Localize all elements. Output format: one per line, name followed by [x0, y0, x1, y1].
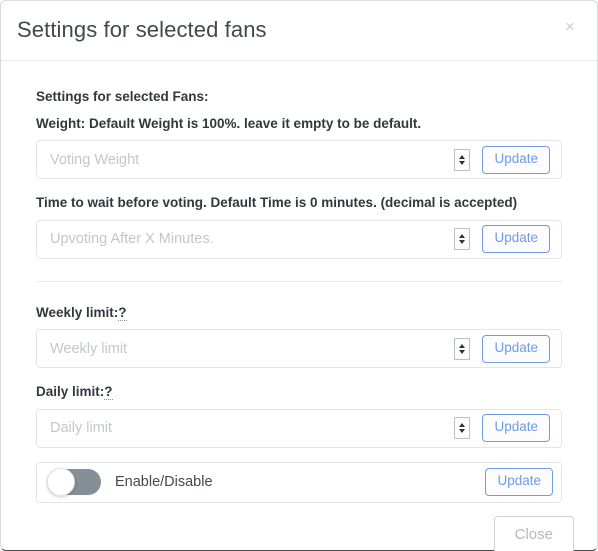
weight-label: Weight: Default Weight is 100%. leave it… — [36, 115, 422, 131]
spinner-down-arrow-icon — [459, 160, 466, 165]
spinner-up-arrow-icon — [459, 423, 466, 428]
spinner-up-arrow-icon — [459, 234, 466, 239]
weekly-limit-update-button[interactable]: Update — [482, 334, 550, 363]
modal-body: Settings for selected Fans: Weight: Defa… — [1, 61, 597, 503]
daily-limit-help-icon[interactable]: ? — [104, 384, 113, 401]
weekly-limit-input[interactable] — [37, 330, 455, 368]
spinner-down-arrow-icon — [459, 429, 466, 434]
spinner-down-arrow-icon — [459, 240, 466, 245]
modal-header: Settings for selected fans × — [1, 1, 597, 61]
spinner-up-arrow-icon — [459, 343, 466, 348]
number-spinner-icon[interactable] — [454, 417, 471, 440]
weekly-limit-label-text: Weekly limit: — [36, 304, 119, 320]
close-button[interactable]: Close — [493, 515, 574, 551]
time-input[interactable] — [37, 220, 455, 258]
daily-limit-update-button[interactable]: Update — [482, 414, 550, 443]
settings-modal: Settings for selected fans × Settings fo… — [0, 0, 598, 551]
enable-disable-label: Enable/Disable — [115, 474, 213, 491]
weight-input-group: Update — [36, 140, 562, 180]
section-heading: Settings for selected Fans: — [36, 89, 209, 104]
modal-footer: Close — [1, 503, 597, 551]
number-spinner-icon[interactable] — [454, 337, 471, 360]
enable-disable-toggle[interactable] — [47, 468, 101, 497]
weight-input[interactable] — [37, 141, 455, 179]
time-label: Time to wait before voting. Default Time… — [36, 195, 518, 211]
time-input-group: Update — [36, 219, 562, 259]
toggle-knob — [47, 468, 75, 497]
close-icon[interactable]: × — [557, 13, 583, 39]
weekly-limit-input-group: Update — [36, 329, 562, 369]
weekly-limit-help-icon[interactable]: ? — [118, 304, 127, 321]
spinner-down-arrow-icon — [459, 349, 466, 354]
daily-limit-label: Daily limit:? — [36, 382, 562, 402]
number-spinner-icon[interactable] — [454, 228, 471, 251]
section-divider — [36, 280, 562, 282]
time-update-button[interactable]: Update — [482, 225, 550, 254]
daily-limit-label-text: Daily limit: — [36, 384, 105, 400]
daily-limit-input-group: Update — [36, 408, 562, 448]
daily-limit-input[interactable] — [37, 409, 455, 447]
weight-update-button[interactable]: Update — [482, 145, 550, 174]
weekly-limit-label: Weekly limit:? — [36, 303, 562, 323]
page-title: Settings for selected fans — [17, 17, 267, 43]
enable-disable-update-button[interactable]: Update — [485, 468, 553, 497]
enable-disable-group: Enable/Disable Update — [36, 461, 562, 503]
spinner-up-arrow-icon — [459, 154, 466, 159]
number-spinner-icon[interactable] — [454, 148, 471, 171]
